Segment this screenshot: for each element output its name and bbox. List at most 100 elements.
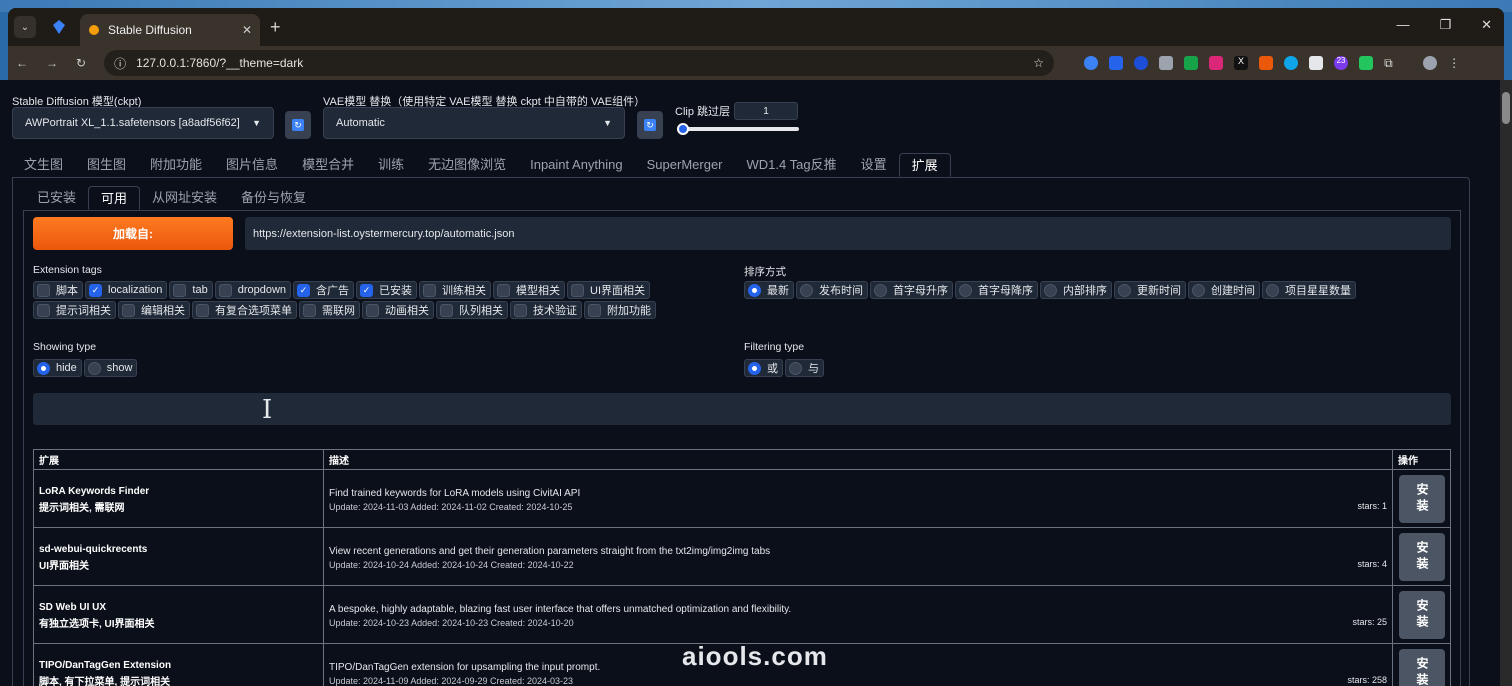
bookmark-star-icon[interactable]: ☆ [1033,56,1044,70]
scrollbar-thumb[interactable] [1502,92,1510,124]
extension-tag-chip[interactable]: 编辑相关 [118,301,190,319]
radio-button[interactable] [874,283,887,297]
tab-infinite-browser[interactable]: 无边图像浏览 [416,153,518,177]
extension-name[interactable]: LoRA Keywords Finder [39,484,318,499]
extension-icon[interactable] [1209,56,1224,70]
clip-number-input[interactable]: 1 [734,102,798,120]
sort-option-chip[interactable]: 创建时间 [1188,281,1260,299]
vae-select[interactable]: Automatic ▼ [323,107,625,139]
tab-png-info[interactable]: 图片信息 [214,153,290,177]
extension-tag-chip[interactable]: ✓ 含广告 [293,281,355,299]
tab-search-icon[interactable]: ⌄ [14,16,36,38]
ckpt-select[interactable]: AWPortrait XL_1.1.safetensors [a8adf56f6… [12,107,274,139]
tab-available[interactable]: 可用 [88,186,141,210]
tab-inpaint-anything[interactable]: Inpaint Anything [518,153,635,177]
extension-tag-chip[interactable]: 训练相关 [419,281,492,299]
install-button[interactable]: 安装 [1398,532,1445,581]
extension-tag-chip[interactable]: 动画相关 [362,301,434,319]
sort-option-chip[interactable]: 内部排序 [1040,281,1112,299]
extension-tag-chip[interactable]: 附加功能 [584,301,656,319]
tab-img2img[interactable]: 图生图 [75,153,138,177]
address-bar[interactable]: ⓘ 127.0.0.1:7860/?__theme=dark ☆ [104,50,1055,76]
extension-tag-chip[interactable]: UI界面相关 [567,281,651,299]
more-menu-icon[interactable]: ⋮ [1448,56,1462,70]
checkbox[interactable] [196,303,209,317]
reload-icon[interactable]: ↻ [76,56,86,70]
extension-tag-chip[interactable]: ✓ 已安装 [356,281,418,299]
extension-tag-chip[interactable]: 有复合选项菜单 [192,301,297,319]
tab-install-from-url[interactable]: 从网址安装 [140,186,229,210]
browser-tab[interactable]: Stable Diffusion ✕ [80,14,260,46]
extension-icon[interactable] [1084,56,1099,70]
clip-slider[interactable] [677,123,799,135]
sort-option-chip[interactable]: 最新 [744,281,794,299]
slider-knob[interactable] [677,123,689,135]
checkbox[interactable]: ✓ [360,283,374,297]
install-button[interactable]: 安装 [1398,474,1445,523]
checkbox[interactable] [423,283,437,297]
maximize-icon[interactable]: ❐ [1439,17,1451,33]
extension-tag-chip[interactable]: 队列相关 [436,301,508,319]
back-icon[interactable]: ← [16,56,28,70]
tab-extensions[interactable]: 扩展 [898,153,951,177]
filtering-option-chip[interactable]: 或 [744,359,783,377]
checkbox[interactable]: ✓ [89,283,102,297]
sort-option-chip[interactable]: 首字母升序 [870,281,953,299]
radio-button[interactable] [789,361,802,375]
tab-model-merge[interactable]: 模型合并 [290,153,366,177]
puzzle-icon[interactable]: ⧉ [1384,56,1398,70]
radio-button[interactable] [959,283,972,297]
shield-icon[interactable] [1184,56,1199,70]
new-tab-icon[interactable]: + [270,17,281,38]
extension-tag-chip[interactable]: ✓ localization [85,281,168,299]
tab-settings[interactable]: 设置 [849,153,899,177]
extension-name[interactable]: TIPO/DanTagGen Extension [39,658,318,673]
showing-option-chip[interactable]: show [83,359,138,377]
extension-icon[interactable]: X [1234,56,1249,70]
pinned-tab[interactable] [42,13,76,41]
checkbox[interactable] [440,303,453,317]
checkbox[interactable] [497,283,511,297]
extension-tag-chip[interactable]: 模型相关 [493,281,566,299]
sort-option-chip[interactable]: 发布时间 [796,281,868,299]
sort-option-chip[interactable]: 首字母降序 [955,281,1038,299]
radio-button[interactable] [748,361,761,375]
tab-txt2img[interactable]: 文生图 [12,153,75,177]
extension-tag-chip[interactable]: dropdown [214,281,292,299]
close-tab-icon[interactable]: ✕ [242,23,252,37]
page-scrollbar[interactable] [1500,80,1512,686]
extension-tag-chip[interactable]: 提示词相关 [33,301,116,319]
extension-icon[interactable] [1284,56,1299,70]
extension-icon[interactable] [1159,56,1174,70]
tab-backup-restore[interactable]: 备份与恢复 [229,186,318,210]
load-from-button[interactable]: 加载自: [33,217,233,250]
tab-extras[interactable]: 附加功能 [138,153,214,177]
showing-option-chip[interactable]: hide [33,359,82,377]
checkbox[interactable]: ✓ [297,283,311,297]
extension-name[interactable]: SD Web UI UX [39,600,318,615]
forward-icon[interactable]: → [46,56,58,70]
checkbox[interactable] [37,303,50,317]
tab-train[interactable]: 训练 [366,153,416,177]
checkbox[interactable] [366,303,379,317]
install-button[interactable]: 安装 [1398,648,1445,686]
avatar[interactable] [1423,56,1438,70]
refresh-vae-button[interactable]: ↻ [637,111,663,139]
extension-badge-icon[interactable]: 23 [1334,56,1349,70]
extension-icon[interactable] [1134,56,1149,70]
site-info-icon[interactable]: ⓘ [114,55,126,72]
extension-tag-chip[interactable]: 脚本 [33,281,83,299]
filtering-option-chip[interactable]: 与 [785,359,824,377]
radio-button[interactable] [1266,283,1279,297]
extension-icon[interactable] [1359,56,1374,70]
radio-button[interactable] [1192,283,1205,297]
extension-name[interactable]: sd-webui-quickrecents [39,542,318,557]
sort-option-chip[interactable]: 更新时间 [1114,281,1186,299]
tab-installed[interactable]: 已安装 [25,186,88,210]
checkbox[interactable] [218,283,232,297]
extension-icon[interactable] [1259,56,1274,70]
checkbox[interactable] [303,303,316,317]
refresh-ckpt-button[interactable]: ↻ [285,111,311,139]
extension-index-url-input[interactable]: https://extension-list.oystermercury.top… [245,217,1451,250]
close-window-icon[interactable]: ✕ [1481,17,1492,33]
